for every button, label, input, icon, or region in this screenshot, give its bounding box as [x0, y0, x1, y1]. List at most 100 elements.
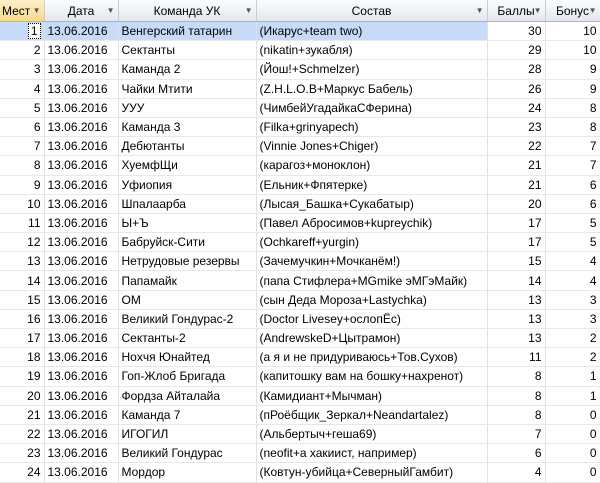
- table-row[interactable]: 8 13.06.2016 ХуемфЩи (карагоз+моноклон) 21 7: [0, 155, 600, 176]
- cell-place[interactable]: 12: [0, 232, 45, 253]
- cell-points[interactable]: 11: [487, 347, 546, 368]
- cell-place[interactable]: 17: [0, 328, 45, 349]
- table-row[interactable]: 14 13.06.2016 Папамайк (папа Стифлера+MGmik…: [0, 270, 600, 291]
- cell-date[interactable]: 13.06.2016: [44, 59, 119, 80]
- cell-date[interactable]: 13.06.2016: [44, 328, 119, 349]
- cell-team[interactable]: Шпалаарба: [118, 194, 257, 214]
- cell-members[interactable]: (Йош!+Schmelzer): [256, 59, 488, 80]
- cell-place[interactable]: 22: [0, 424, 45, 445]
- cell-date[interactable]: 13.06.2016: [44, 194, 119, 214]
- cell-members[interactable]: (капитошку вам на бошку+нахренот): [256, 366, 488, 387]
- cell-place[interactable]: 9: [0, 175, 45, 195]
- cell-bonus[interactable]: 2: [545, 347, 600, 368]
- cell-points[interactable]: 4: [487, 462, 546, 483]
- cell-points[interactable]: 20: [487, 194, 546, 214]
- cell-team[interactable]: Каманда 2: [118, 59, 257, 80]
- cell-date[interactable]: 13.06.2016: [44, 309, 119, 330]
- table-row[interactable]: 10 13.06.2016 Шпалаарба (Лысая_Башка+Сукаба…: [0, 194, 600, 214]
- cell-place[interactable]: 10: [0, 194, 45, 214]
- cell-points[interactable]: 7: [487, 424, 546, 445]
- cell-bonus[interactable]: 8: [545, 117, 600, 138]
- cell-points[interactable]: 21: [487, 175, 546, 195]
- cell-members[interactable]: (а я и не придуриваюсь+Тов.Сухов): [256, 347, 488, 368]
- table-row[interactable]: 4 13.06.2016 Чайки Мтити (Z.H.L.O.B+Маркус …: [0, 79, 600, 99]
- cell-date[interactable]: 13.06.2016: [44, 462, 119, 483]
- cell-members[interactable]: (Зачемучкин+Мочканём!): [256, 251, 488, 272]
- cell-date[interactable]: 13.06.2016: [44, 213, 119, 234]
- table-row[interactable]: 19 13.06.2016 Гоп-Жлоб Бригада (капитошку в…: [0, 366, 600, 387]
- cell-date[interactable]: 13.06.2016: [44, 386, 119, 406]
- cell-team[interactable]: Каманда 7: [118, 405, 257, 425]
- cell-team[interactable]: Великий Гондурас: [118, 443, 257, 464]
- sort-dropdown-icon[interactable]: ▼: [245, 6, 253, 15]
- cell-points[interactable]: 17: [487, 232, 546, 253]
- col-header-date[interactable]: Дата ▼: [44, 0, 119, 22]
- table-row[interactable]: 21 13.06.2016 Каманда 7 (пРоёбщик_Зеркал+Ne…: [0, 405, 600, 425]
- cell-points[interactable]: 8: [487, 386, 546, 406]
- cell-team[interactable]: Каманда 3: [118, 117, 257, 138]
- cell-members[interactable]: (Vinnie Jones+Chiger): [256, 136, 488, 157]
- sort-dropdown-icon[interactable]: ▼: [33, 6, 41, 15]
- sort-dropdown-icon[interactable]: ▼: [107, 6, 115, 15]
- cell-members[interactable]: (neofit+а хакиист, например): [256, 443, 488, 464]
- cell-members[interactable]: (карагоз+моноклон): [256, 155, 488, 176]
- cell-members[interactable]: (Filka+grinyapech): [256, 117, 488, 138]
- cell-points[interactable]: 13: [487, 328, 546, 349]
- cell-points[interactable]: 30: [487, 21, 546, 42]
- cell-members[interactable]: (Ковтун-убийца+СеверныйГамбит): [256, 462, 488, 483]
- cell-members[interactable]: (Камидиант+Мычман): [256, 386, 488, 406]
- cell-date[interactable]: 13.06.2016: [44, 175, 119, 195]
- cell-members[interactable]: (Ochkareff+yurgin): [256, 232, 488, 253]
- cell-bonus[interactable]: 0: [545, 424, 600, 445]
- cell-team[interactable]: Нетрудовые резервы: [118, 251, 257, 272]
- table-row[interactable]: 7 13.06.2016 Дебютанты (Vinnie Jones+Chiger…: [0, 136, 600, 157]
- cell-team[interactable]: Гоп-Жлоб Бригада: [118, 366, 257, 387]
- cell-members[interactable]: (Doctor Livesey+ослопЁс): [256, 309, 488, 330]
- cell-bonus[interactable]: 6: [545, 175, 600, 195]
- table-row[interactable]: 13 13.06.2016 Нетрудовые резервы (Зачемучки…: [0, 251, 600, 272]
- cell-points[interactable]: 24: [487, 98, 546, 118]
- cell-members[interactable]: (Лысая_Башка+Сукабатыр): [256, 194, 488, 214]
- cell-date[interactable]: 13.06.2016: [44, 40, 119, 61]
- cell-date[interactable]: 13.06.2016: [44, 270, 119, 291]
- cell-team[interactable]: Ы+Ъ: [118, 213, 257, 234]
- cell-team[interactable]: Бабруйск-Сити: [118, 232, 257, 253]
- cell-bonus[interactable]: 10: [545, 40, 600, 61]
- cell-place[interactable]: 4: [0, 79, 45, 99]
- cell-team[interactable]: Папамайк: [118, 270, 257, 291]
- cell-team[interactable]: Чайки Мтити: [118, 79, 257, 99]
- cell-bonus[interactable]: 3: [545, 290, 600, 310]
- cell-members[interactable]: (сын Деда Мороза+Lastychka): [256, 290, 488, 310]
- cell-place[interactable]: 2: [0, 40, 45, 61]
- cell-points[interactable]: 13: [487, 309, 546, 330]
- cell-bonus[interactable]: 0: [545, 443, 600, 464]
- cell-place[interactable]: 16: [0, 309, 45, 330]
- cell-date[interactable]: 13.06.2016: [44, 155, 119, 176]
- cell-bonus[interactable]: 4: [545, 270, 600, 291]
- table-row[interactable]: 12 13.06.2016 Бабруйск-Сити (Ochkareff+yurg…: [0, 232, 600, 253]
- cell-place[interactable]: 24: [0, 462, 45, 483]
- cell-team[interactable]: УУУ: [118, 98, 257, 118]
- cell-date[interactable]: 13.06.2016: [44, 251, 119, 272]
- cell-team[interactable]: Фордза Айталайа: [118, 386, 257, 406]
- sort-dropdown-icon[interactable]: ▼: [534, 6, 542, 15]
- cell-place[interactable]: 3: [0, 59, 45, 80]
- table-row[interactable]: 11 13.06.2016 Ы+Ъ (Павел Абросимов+kupreych…: [0, 213, 600, 234]
- cell-place[interactable]: 18: [0, 347, 45, 368]
- cell-points[interactable]: 8: [487, 405, 546, 425]
- cell-place[interactable]: 5: [0, 98, 45, 118]
- cell-members[interactable]: (ЧимбейУгадайкаСФерина): [256, 98, 488, 118]
- sort-dropdown-icon[interactable]: ▼: [476, 6, 484, 15]
- cell-points[interactable]: 8: [487, 366, 546, 387]
- cell-place[interactable]: 7: [0, 136, 45, 157]
- cell-bonus[interactable]: 3: [545, 309, 600, 330]
- cell-team[interactable]: ХуемфЩи: [118, 155, 257, 176]
- table-row[interactable]: 1 13.06.2016 Венгерский татарин (Икарус+tea…: [0, 21, 600, 42]
- table-row[interactable]: 20 13.06.2016 Фордза Айталайа (Камидиант+Мы…: [0, 386, 600, 406]
- table-row[interactable]: 2 13.06.2016 Сектанты (nikatin+зукабля) 29 10: [0, 40, 600, 61]
- cell-bonus[interactable]: 2: [545, 328, 600, 349]
- cell-place[interactable]: 19: [0, 366, 45, 387]
- cell-points[interactable]: 29: [487, 40, 546, 61]
- cell-points[interactable]: 17: [487, 213, 546, 234]
- cell-points[interactable]: 15: [487, 251, 546, 272]
